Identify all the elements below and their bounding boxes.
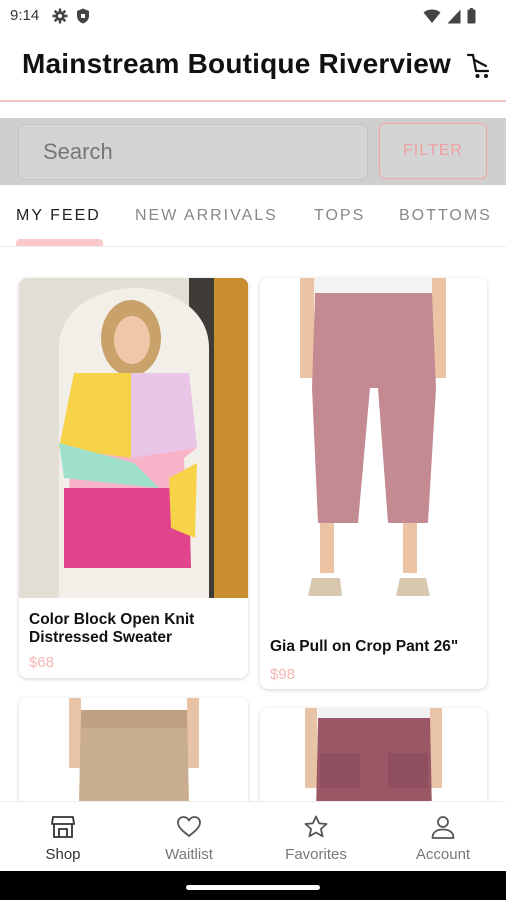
product-price: $98 — [270, 666, 296, 683]
category-tabs: MY FEED NEW ARRIVALS TOPS BOTTOMS — [0, 185, 506, 247]
search-input[interactable] — [18, 124, 368, 180]
product-card[interactable]: Gia Pull on Crop Pant 26" $98 — [260, 278, 487, 689]
heart-icon — [177, 816, 201, 837]
status-time: 9:14 — [10, 7, 40, 24]
product-card[interactable] — [260, 708, 487, 801]
home-gesture-handle[interactable] — [186, 885, 320, 890]
wifi-icon — [423, 9, 441, 23]
nav-shop-label: Shop — [45, 846, 81, 863]
cart-button[interactable] — [466, 52, 492, 80]
product-card[interactable]: Color Block Open Knit Distressed Sweater… — [19, 278, 248, 678]
signal-icon — [447, 9, 461, 23]
product-feed: Color Block Open Knit Distressed Sweater… — [0, 248, 506, 801]
gear-icon — [52, 8, 68, 24]
product-image — [19, 698, 248, 801]
nav-shop[interactable]: Shop — [0, 802, 126, 872]
system-nav-bar — [0, 871, 506, 900]
cart-icon — [466, 53, 490, 78]
product-name: Gia Pull on Crop Pant 26" — [270, 638, 459, 655]
shield-icon — [77, 8, 89, 24]
store-title: Mainstream Boutique Riverview — [22, 48, 452, 79]
product-image — [260, 278, 487, 628]
nav-waitlist-label: Waitlist — [165, 846, 213, 863]
store-icon — [51, 816, 75, 838]
status-icons-left — [52, 8, 90, 24]
tab-tops[interactable]: TOPS — [314, 207, 365, 225]
person-icon — [431, 816, 455, 839]
product-price: $68 — [29, 654, 55, 671]
product-card[interactable] — [19, 698, 248, 801]
star-icon — [304, 815, 328, 838]
filter-button[interactable]: FILTER — [379, 123, 487, 179]
tab-new-arrivals[interactable]: NEW ARRIVALS — [135, 207, 278, 225]
product-image — [19, 278, 248, 598]
battery-icon — [467, 8, 476, 24]
app-header: Mainstream Boutique Riverview — [0, 32, 506, 102]
tab-my-feed[interactable]: MY FEED — [16, 207, 101, 225]
nav-favorites[interactable]: Favorites — [253, 802, 379, 872]
nav-waitlist[interactable]: Waitlist — [126, 802, 252, 872]
status-icons-right — [423, 8, 476, 24]
nav-account[interactable]: Account — [380, 802, 506, 872]
nav-favorites-label: Favorites — [285, 846, 347, 863]
product-image — [260, 708, 487, 801]
search-bar: FILTER — [0, 118, 506, 185]
status-bar: 9:14 — [0, 0, 506, 32]
nav-account-label: Account — [415, 846, 471, 863]
bottom-nav: Shop Waitlist Favorites Account — [0, 801, 506, 871]
active-tab-indicator — [16, 239, 103, 246]
product-name: Color Block Open Knit Distressed Sweater — [29, 611, 195, 646]
tab-bottoms[interactable]: BOTTOMS — [399, 207, 492, 225]
